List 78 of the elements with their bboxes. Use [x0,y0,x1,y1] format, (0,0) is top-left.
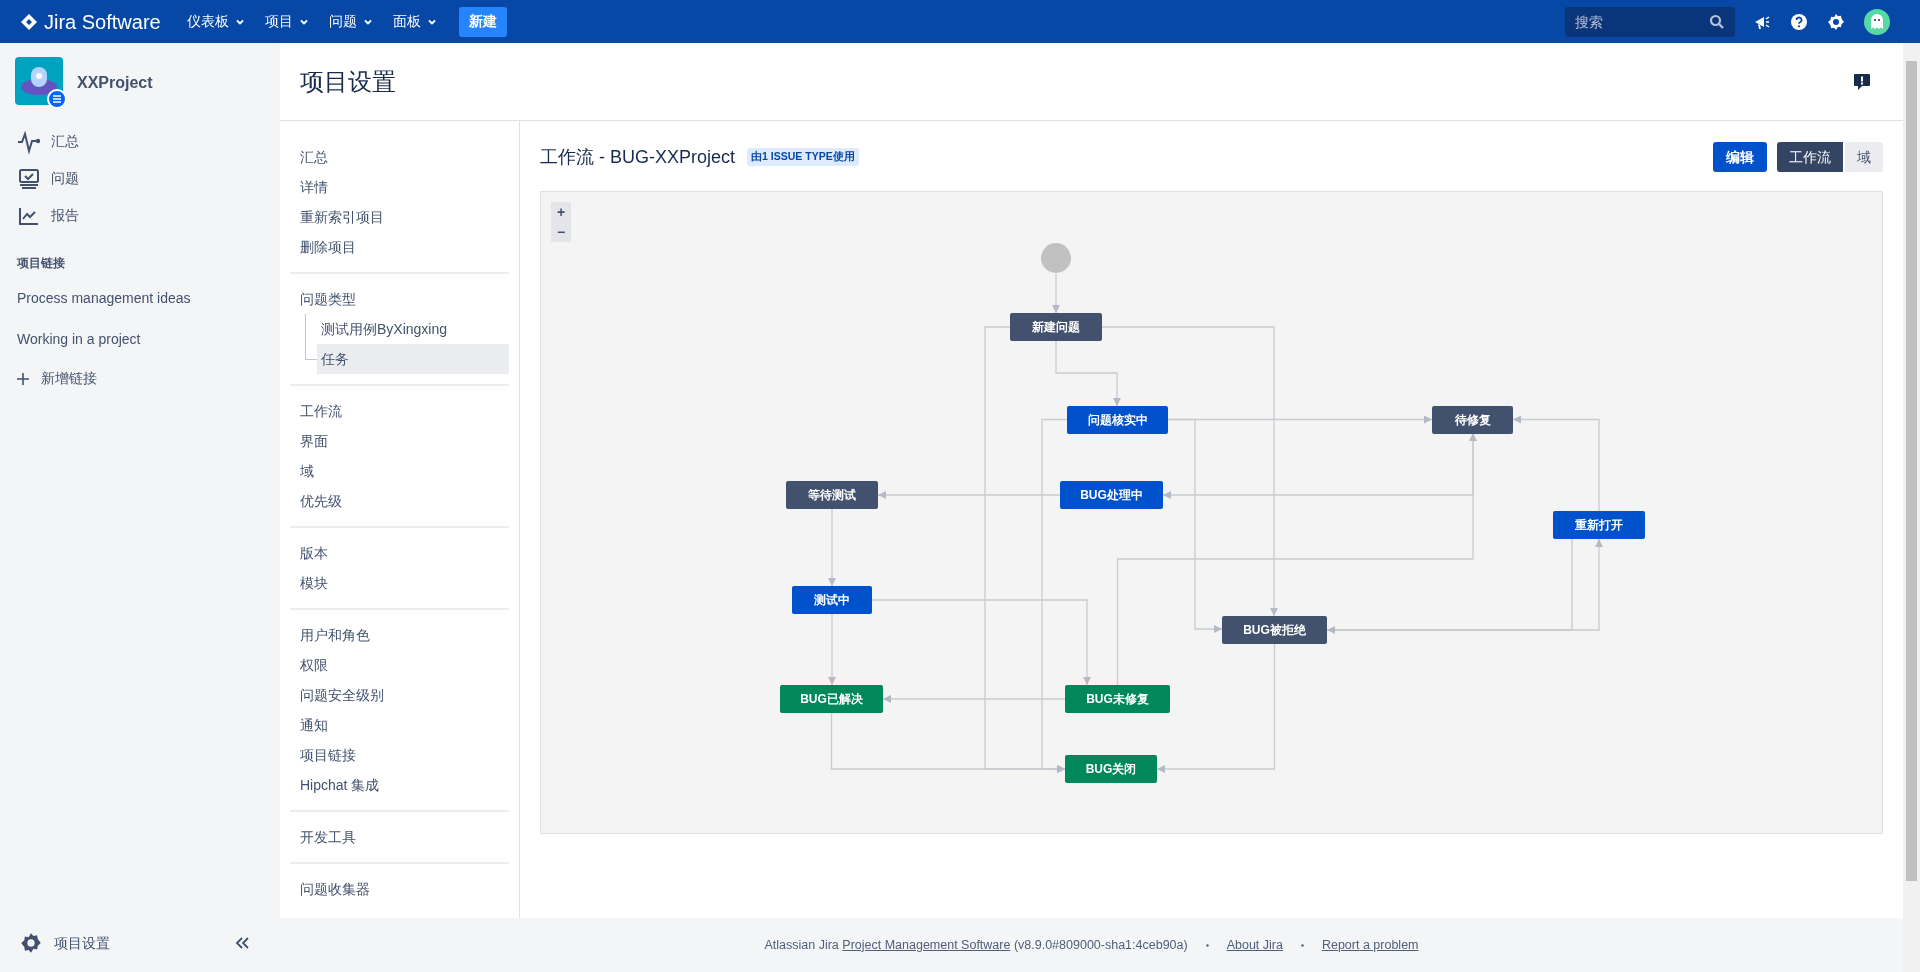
settings-nav-item[interactable]: 工作流 [290,396,509,426]
status-node[interactable]: 问题核实中 [1067,406,1168,434]
view-toggle-tab[interactable]: 工作流 [1777,142,1843,172]
transition-arrow [1052,273,1060,314]
status-node[interactable]: 重新打开 [1553,511,1645,539]
settings-nav-item[interactable]: 模块 [290,568,509,598]
sidebar-item[interactable]: 汇总 [0,123,280,160]
project-avatar-icon[interactable] [15,57,67,109]
status-node[interactable]: BUG被拒绝 [1222,616,1327,644]
settings-nav-item[interactable]: 版本 [290,538,509,568]
settings-nav-item[interactable]: 汇总 [290,142,509,172]
add-link-button[interactable]: 新增链接 [0,360,280,397]
settings-nav-item[interactable]: 权限 [290,650,509,680]
sidebar-item[interactable]: 报告 [0,197,280,234]
monitor-check-icon [17,166,41,191]
settings-nav-item[interactable]: Hipchat 集成 [290,770,509,800]
zoom-button[interactable]: + [551,202,571,222]
status-node[interactable]: 新建问题 [1010,313,1102,341]
nav-menu[interactable]: 面板 [386,5,443,38]
page-title: 项目设置 [300,66,396,97]
section-heading: 项目链接 [16,255,66,272]
settings-nav-item[interactable]: 删除项目 [290,232,509,262]
separator-dot-icon [1300,943,1304,947]
edit-button[interactable]: 编辑 [1713,142,1767,172]
settings-nav-item[interactable]: 问题收集器 [290,874,509,904]
view-toggle-tab[interactable]: 域 [1845,142,1883,172]
project-link[interactable]: Process management ideas [0,278,280,319]
settings-nav-item[interactable]: 项目链接 [290,740,509,770]
settings-nav-item[interactable]: 优先级 [290,486,509,516]
nav-menu[interactable]: 仪表板 [180,5,251,38]
sidebar-item[interactable]: 问题 [0,160,280,197]
settings-nav-item[interactable]: 问题类型 [290,284,509,314]
status-node[interactable]: BUG处理中 [1060,481,1163,509]
status-node[interactable]: 待修复 [1432,406,1513,434]
diamond-logo-icon[interactable] [20,12,38,31]
settings-nav-subitem[interactable]: 测试用例ByXingxing [317,314,509,344]
settings-nav-item[interactable]: 开发工具 [290,822,509,852]
footer-text: Atlassian Jira Project Management Software (v8.9.0#809000-sha1:4ceb90a) [764,936,1188,954]
project-name[interactable]: XXProject [77,71,153,95]
settings-icon[interactable] [1827,12,1845,31]
settings-nav-item[interactable]: 通知 [290,710,509,740]
footer-link[interactable]: Project Management Software [842,937,1011,952]
separator-dot-icon [1205,943,1209,947]
scrollbar[interactable] [1903,43,1920,972]
scrollbar-thumb[interactable] [1906,61,1917,881]
settings-nav-item[interactable]: 用户和角色 [290,620,509,650]
settings-nav-item[interactable]: 重新索引项目 [290,202,509,232]
usage-badge: 由1 ISSUE TYPE使用 [747,148,859,166]
status-node[interactable]: BUG关闭 [1065,755,1157,783]
settings-nav-item[interactable]: 域 [290,456,509,486]
footer-link[interactable]: About Jira [1226,935,1283,955]
zoom-button[interactable]: − [551,222,571,242]
product-logo[interactable]: Jira Software [44,6,161,37]
workflow-title: 工作流 - BUG-XXProject [540,145,736,169]
search-icon[interactable] [1709,13,1725,30]
collapse-icon[interactable] [234,936,250,950]
status-node[interactable]: 测试中 [792,586,872,614]
start-node [1041,243,1071,273]
project-link[interactable]: Working in a project [0,319,280,360]
search-field[interactable]: 搜索 [1565,6,1735,37]
nav-menu[interactable]: 问题 [322,5,379,38]
footer-link[interactable]: Report a problem [1321,935,1419,955]
plus-icon [17,372,29,385]
nav-menu[interactable]: 项目 [258,5,315,38]
status-node[interactable]: 等待测试 [786,481,878,509]
settings-nav-subitem[interactable]: 任务 [317,344,509,374]
status-node[interactable]: BUG已解决 [780,685,883,713]
activity-icon [17,129,41,154]
project-settings-link[interactable]: 项目设置 [20,932,110,954]
settings-nav-item[interactable]: 界面 [290,426,509,456]
avatar-icon[interactable] [1864,8,1890,35]
feedback-icon[interactable] [1853,72,1871,91]
settings-nav-item[interactable]: 问题安全级别 [290,680,509,710]
settings-nav-item[interactable]: 详情 [290,172,509,202]
status-node[interactable]: BUG未修复 [1065,685,1170,713]
settings-icon [20,932,42,954]
create-button[interactable]: 新建 [458,6,507,37]
help-icon[interactable] [1790,12,1808,31]
